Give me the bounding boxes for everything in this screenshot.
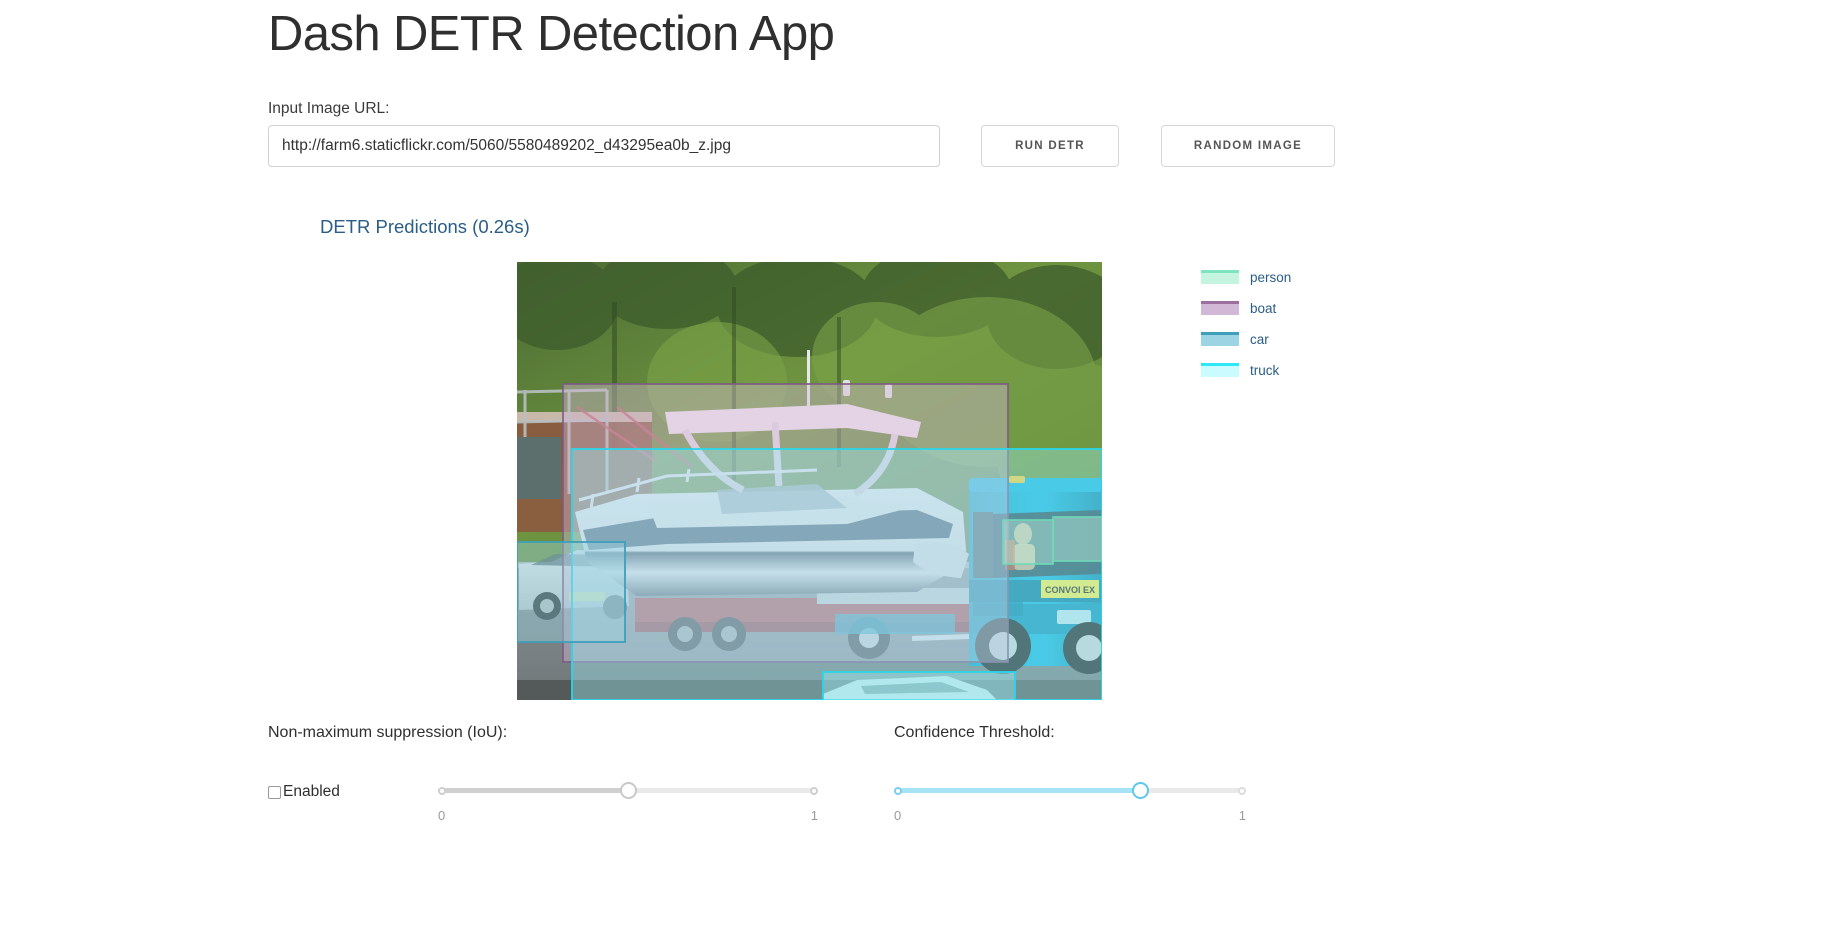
legend-item-boat[interactable]: boat: [1201, 293, 1461, 324]
confidence-control: Confidence Threshold: 0 1: [894, 724, 1334, 823]
detection-box-car[interactable]: [517, 540, 626, 643]
confidence-row: 0 1: [894, 760, 1334, 823]
confidence-slider-min-tick: 0: [894, 808, 902, 823]
prediction-title: DETR Predictions (0.26s): [320, 215, 530, 237]
detection-box-person-secondary[interactable]: [1052, 516, 1102, 562]
legend-swatch-car: [1201, 332, 1239, 347]
legend-item-truck[interactable]: truck: [1201, 355, 1461, 386]
page-title: Dash DETR Detection App: [268, 7, 835, 61]
image-url-input[interactable]: [268, 124, 940, 167]
confidence-slider-fill: [894, 788, 1141, 793]
nms-slider-min-tick: 0: [438, 808, 446, 823]
legend-swatch-boat: [1201, 301, 1239, 316]
detection-box-truck-secondary[interactable]: [822, 670, 1016, 700]
detection-image-wrapper: CONVOI EX: [517, 261, 1102, 700]
confidence-slider-handle[interactable]: [1131, 782, 1149, 799]
url-control-row: RUN DETR RANDOM IMAGE: [268, 124, 1558, 169]
nms-slider-max-dot[interactable]: [810, 786, 818, 795]
legend-label-boat: boat: [1250, 300, 1277, 316]
nms-row: Enabled 0 1: [268, 760, 894, 823]
legend-swatch-person: [1201, 270, 1239, 285]
app-page: Dash DETR Detection App Input Image URL:…: [0, 0, 1827, 941]
nms-enabled-label: Enabled: [283, 783, 340, 801]
nms-enabled-group[interactable]: Enabled: [268, 782, 438, 802]
nms-control: Non-maximum suppression (IoU): Enabled 0…: [268, 724, 894, 823]
detection-canvas[interactable]: CONVOI EX: [517, 261, 1102, 700]
confidence-slider[interactable]: 0 1: [894, 774, 1246, 823]
confidence-slider-max-dot[interactable]: [1238, 786, 1246, 795]
nms-enabled-checkbox[interactable]: [268, 785, 281, 799]
detection-box-person[interactable]: [1002, 519, 1054, 565]
legend-item-car[interactable]: car: [1201, 324, 1461, 355]
nms-slider-handle[interactable]: [619, 782, 637, 799]
confidence-slider-min-dot[interactable]: [894, 786, 902, 795]
legend-swatch-truck: [1201, 363, 1239, 378]
legend-label-truck: truck: [1250, 362, 1280, 378]
nms-slider-fill: [438, 788, 628, 793]
random-image-button[interactable]: RANDOM IMAGE: [1161, 124, 1335, 167]
detection-box-truck[interactable]: [571, 447, 1102, 700]
legend-item-person[interactable]: person: [1201, 262, 1461, 293]
run-detr-button[interactable]: RUN DETR: [981, 124, 1119, 167]
input-image-url-label: Input Image URL:: [268, 99, 390, 117]
legend-label-person: person: [1250, 269, 1292, 285]
confidence-heading: Confidence Threshold:: [894, 724, 1055, 741]
nms-heading: Non-maximum suppression (IoU):: [268, 724, 508, 741]
confidence-slider-max-tick: 1: [1238, 808, 1246, 823]
legend-label-car: car: [1250, 331, 1269, 347]
detection-legend: person boat car truck: [1201, 262, 1461, 386]
nms-slider[interactable]: 0 1: [438, 774, 818, 823]
nms-slider-min-dot[interactable]: [438, 786, 446, 795]
nms-slider-max-tick: 1: [810, 808, 818, 823]
detection-figure: CONVOI EX person boat car truck: [268, 261, 1558, 700]
controls-panel: Non-maximum suppression (IoU): Enabled 0…: [268, 724, 1558, 823]
content-container: Dash DETR Detection App Input Image URL:…: [268, 0, 1558, 700]
